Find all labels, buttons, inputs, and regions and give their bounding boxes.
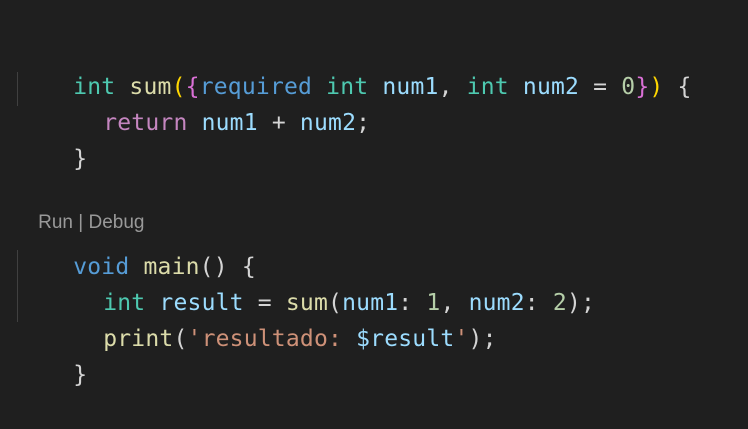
comma: , — [438, 74, 467, 100]
paren-close: ) — [566, 290, 582, 316]
number-literal: 0 — [621, 74, 636, 100]
paren-open: ( — [173, 326, 188, 352]
code-line-7[interactable]: } — [17, 321, 87, 388]
code-line-5[interactable]: int result = sum(num1: 1, num2: 2); — [47, 249, 595, 316]
brace-close: } — [73, 146, 88, 172]
code-line-3[interactable]: } — [17, 105, 87, 172]
semicolon: ; — [581, 290, 596, 316]
code-line-6[interactable]: print('resultado: $result'); — [47, 285, 497, 352]
type-keyword: int — [466, 74, 509, 100]
string-interpolation: $result — [356, 326, 455, 352]
number-literal: 2 — [552, 290, 567, 316]
string-quote: ' — [454, 326, 469, 352]
plus-operator: + — [257, 110, 300, 136]
brace-open: { — [677, 74, 692, 100]
code-line-2[interactable]: return num1 + num2; — [47, 69, 370, 136]
brace-close: } — [73, 362, 88, 388]
code-editor[interactable]: int sum({required int num1, int num2 = 0… — [0, 0, 748, 414]
paren-close: ) — [468, 326, 483, 352]
codelens: Run | Debug — [17, 184, 144, 233]
code-line-4[interactable]: void main() { — [17, 213, 256, 280]
assign-operator: = — [579, 74, 622, 100]
brace-close: } — [635, 74, 650, 100]
string-literal: 'resultado: — [187, 326, 357, 352]
semicolon: ; — [356, 110, 371, 136]
parameter-name: num1 — [382, 74, 439, 100]
code-line-1[interactable]: int sum({required int num1, int num2 = 0… — [17, 33, 692, 100]
semicolon: ; — [482, 326, 497, 352]
variable-name: num1 — [201, 110, 258, 136]
parameter-name: num2 — [522, 74, 580, 100]
return-keyword: return — [103, 110, 188, 136]
colon: : — [524, 290, 553, 316]
function-call: print — [103, 326, 174, 352]
variable-name: num2 — [299, 110, 357, 136]
paren-close: ) — [649, 74, 664, 100]
